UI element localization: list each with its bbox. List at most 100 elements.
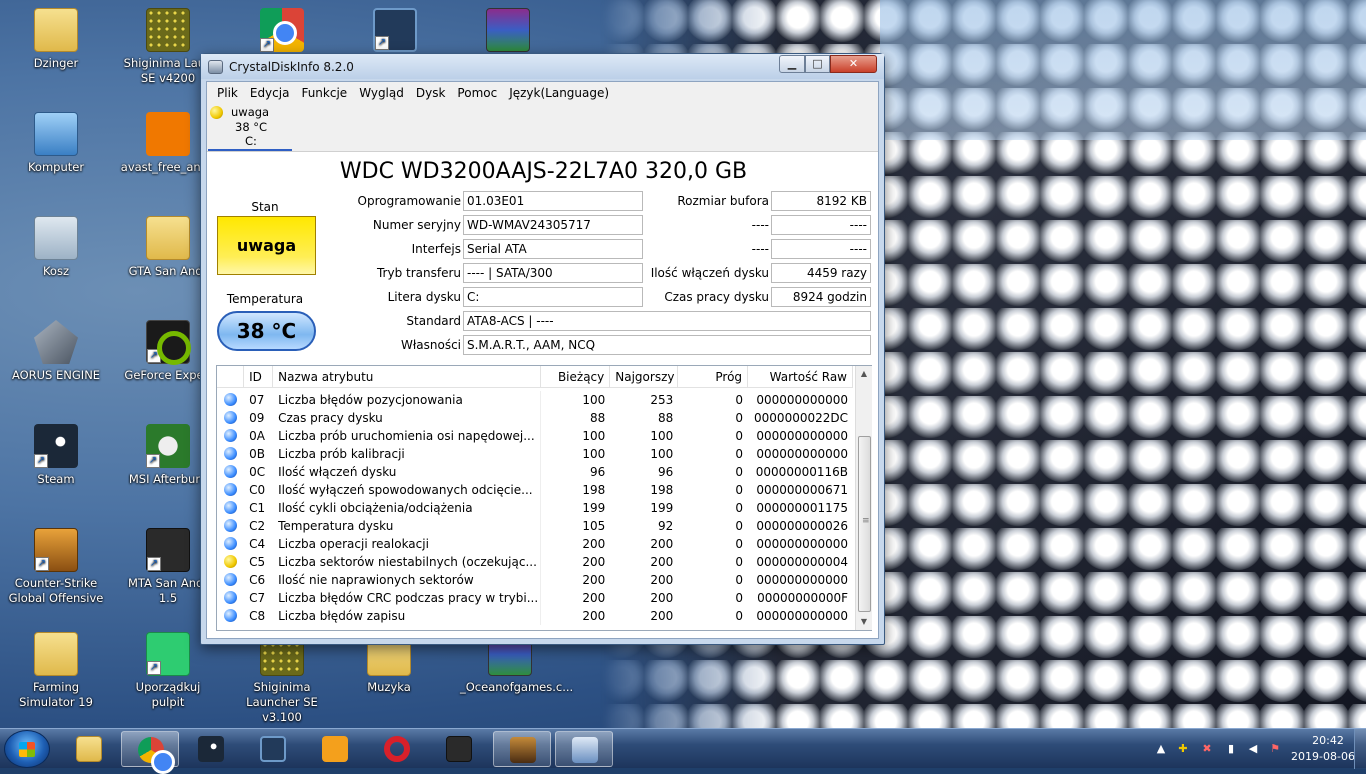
smart-row[interactable]: C6 Ilość nie naprawionych sektorów 200 200 0…	[217, 571, 853, 589]
smart-row[interactable]: C0 Ilość wyłączeń spowodowanych odcięcie.…	[217, 481, 853, 499]
good-status-icon	[224, 392, 238, 406]
menu-jezyk[interactable]: Język(Language)	[503, 86, 615, 100]
drive-tab-status: uwaga	[231, 105, 270, 119]
show-desktop-button[interactable]	[1354, 729, 1366, 769]
col-threshold[interactable]: Próg	[678, 366, 749, 387]
menu-pomoc[interactable]: Pomoc	[451, 86, 503, 100]
desktop-icon-komputer[interactable]: Komputer	[8, 112, 104, 175]
attr-name: Liczba prób kalibracji	[273, 445, 542, 463]
chrome-icon	[138, 737, 175, 774]
attr-raw: 000000000000	[756, 447, 848, 461]
taskbar-opera[interactable]	[368, 731, 426, 767]
col-raw[interactable]: Wartość Raw	[748, 366, 853, 387]
good-status-icon	[224, 608, 238, 622]
desktop-icon-farming[interactable]: Farming Simulator 19	[8, 632, 104, 710]
smart-row[interactable]: 0A Liczba prób uruchomienia osi napędowej…	[217, 427, 853, 445]
title-bar[interactable]: CrystalDiskInfo 8.2.0 ▁ □ ✕	[201, 54, 884, 79]
attr-raw: 000000001175	[756, 501, 848, 515]
smart-scrollbar[interactable]: ▲ ≡ ▼	[855, 366, 872, 630]
menu-dysk[interactable]: Dysk	[410, 86, 452, 100]
close-button[interactable]: ✕	[830, 55, 877, 73]
minimize-button[interactable]: ▁	[779, 55, 805, 73]
tray-network-error-icon[interactable]: ✖	[1200, 742, 1214, 756]
desktop-icon-headset[interactable]: ↗	[347, 8, 443, 56]
smart-row[interactable]: 0B Liczba prób kalibracji 100 100 0 000000000…	[217, 445, 853, 463]
good-status-icon	[224, 590, 238, 604]
headset-icon: ↗	[373, 8, 417, 52]
smart-row[interactable]: 09 Czas pracy dysku 88 88 0 0000000022DC	[217, 409, 853, 427]
attr-worst: 200	[650, 537, 674, 551]
tray-signal-icon[interactable]: ▮	[1224, 742, 1238, 756]
desktop-icon-aorus[interactable]: AORUS ENGINE	[8, 320, 104, 383]
desktop-icon-shiginima-3100[interactable]: Shiginima Launcher SE v3.100	[234, 632, 330, 725]
clock-date[interactable]: 2019-08-06	[1283, 750, 1363, 763]
desktop-icon-winrar[interactable]	[460, 8, 556, 56]
attr-threshold: 0	[735, 465, 744, 479]
smart-row[interactable]: C2 Temperatura dysku 105 92 0 000000000026	[217, 517, 853, 535]
attr-current: 100	[582, 429, 606, 443]
taskbar-steam[interactable]	[182, 731, 240, 767]
desktop-icon-csgo[interactable]: ↗ Counter-Strike Global Offensive	[8, 528, 104, 606]
attr-current: 105	[582, 519, 606, 533]
col-status[interactable]	[217, 366, 245, 387]
health-status-badge[interactable]: uwaga	[217, 216, 316, 275]
smart-row[interactable]: C5 Liczba sektorów niestabilnych (oczekuj…	[217, 553, 853, 571]
menu-edycja[interactable]: Edycja	[244, 86, 296, 100]
folder-user-icon	[34, 8, 78, 52]
col-name[interactable]: Nazwa atrybutu	[273, 366, 542, 387]
attr-raw: 000000000026	[756, 519, 848, 533]
smart-row[interactable]: C4 Liczba operacji realokacji 200 200 0 00000…	[217, 535, 853, 553]
tray-shield-icon[interactable]: ✚	[1176, 742, 1190, 756]
desktop-icon-chrome[interactable]: ↗	[234, 8, 330, 56]
scroll-up-arrow-icon[interactable]: ▲	[856, 366, 872, 382]
smart-row[interactable]: 07 Liczba błędów pozycjonowania 100 253 0 000…	[217, 391, 853, 409]
maximize-button[interactable]: □	[805, 55, 830, 73]
taskbar-chrome[interactable]	[121, 731, 179, 774]
col-current[interactable]: Bieżący	[541, 366, 611, 387]
good-status-icon	[224, 482, 238, 496]
drive-letter-value: C:	[463, 287, 643, 307]
scroll-down-arrow-icon[interactable]: ▼	[856, 614, 872, 630]
tray-expand-icon[interactable]: ▲	[1154, 742, 1168, 756]
taskbar-farming-simulator[interactable]	[306, 731, 364, 767]
attr-id: 09	[249, 411, 265, 425]
menu-funkcje[interactable]: Funkcje	[295, 86, 353, 100]
taskbar-explorer[interactable]	[60, 731, 118, 767]
taskbar-gta-sa[interactable]	[493, 731, 551, 767]
clock-time[interactable]: 20:42	[1298, 734, 1358, 747]
drive-tab-c[interactable]: uwaga 38 °C C:	[208, 103, 292, 151]
smart-row[interactable]: 0C Ilość włączeń dysku 96 96 0 00000000116B	[217, 463, 853, 481]
attr-threshold: 0	[735, 501, 744, 515]
attr-current: 100	[582, 393, 606, 407]
col-worst[interactable]: Najgorszy	[610, 366, 679, 387]
desktop-icon-steam[interactable]: ↗ Steam	[8, 424, 104, 487]
taskbar-mta[interactable]	[430, 731, 488, 767]
attr-worst: 200	[650, 573, 674, 587]
desktop-icon-kosz[interactable]: Kosz	[8, 216, 104, 279]
temperature-badge[interactable]: 38 °C	[217, 311, 316, 351]
menu-plik[interactable]: Plik	[211, 86, 244, 100]
menu-wyglad[interactable]: Wygląd	[353, 86, 410, 100]
taskbar-headset[interactable]	[244, 731, 302, 767]
standard-label: Standard	[406, 314, 461, 328]
attr-name: Temperatura dysku	[273, 517, 542, 535]
attr-threshold: 0	[735, 483, 744, 497]
taskbar: ▲ ✚ ✖ ▮ ◀ ⚑ 20:42 2019-08-06	[0, 728, 1366, 774]
tidy-desktop-icon: ↗	[146, 632, 190, 676]
smart-row[interactable]: C1 Ilość cykli obciążenia/odciążenia 199 19…	[217, 499, 853, 517]
tray-flag-icon[interactable]: ⚑	[1268, 742, 1282, 756]
tray-volume-icon[interactable]: ◀	[1246, 742, 1260, 756]
smart-row[interactable]: C7 Liczba błędów CRC podczas pracy w tryb…	[217, 589, 853, 607]
scroll-thumb[interactable]: ≡	[858, 436, 871, 612]
aorus-icon	[34, 320, 78, 364]
smart-row[interactable]: C8 Liczba błędów zapisu 200 200 0 00000000000…	[217, 607, 853, 625]
good-status-icon	[224, 446, 238, 460]
start-button[interactable]	[4, 730, 50, 768]
desktop-icon-dzinger[interactable]: Dzinger	[8, 8, 104, 71]
csgo-icon: ↗	[34, 528, 78, 572]
attr-raw: 000000000000	[756, 429, 848, 443]
attr-threshold: 0	[735, 447, 744, 461]
attr-id: C6	[249, 573, 266, 587]
taskbar-crystaldiskinfo[interactable]	[555, 731, 613, 767]
col-id[interactable]: ID	[244, 366, 274, 387]
